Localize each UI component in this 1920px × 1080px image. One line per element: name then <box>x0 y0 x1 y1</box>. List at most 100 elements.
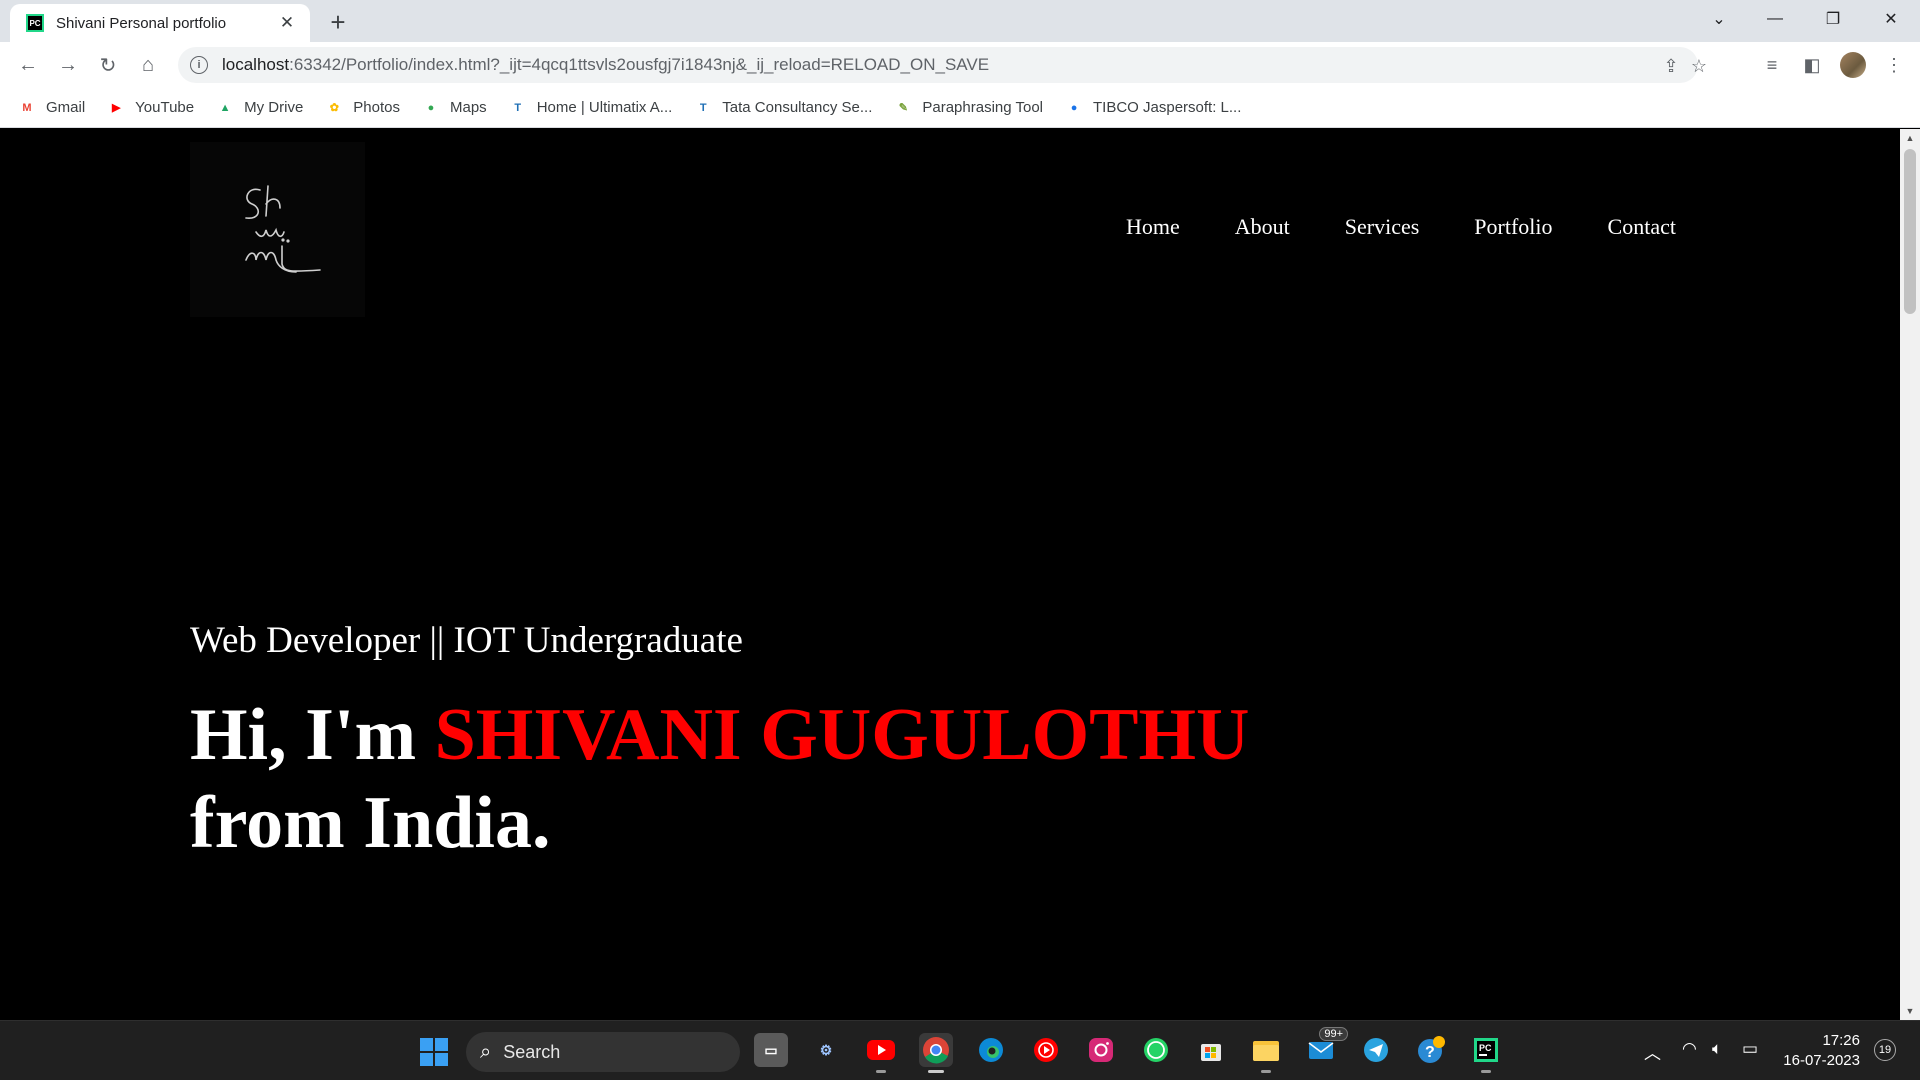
page-scrollbar[interactable]: ▲ ▼ <box>1900 129 1920 1020</box>
close-window-button[interactable]: ✕ <box>1866 4 1916 34</box>
portfolio-page: Home About Services Portfolio Contact We… <box>0 129 1900 1020</box>
mail-badge: 99+ <box>1319 1027 1348 1041</box>
bookmark-label: YouTube <box>135 99 195 116</box>
instagram-icon[interactable] <box>1084 1033 1118 1067</box>
scroll-down-arrow-icon[interactable]: ▼ <box>1900 1002 1920 1020</box>
nav-portfolio[interactable]: Portfolio <box>1474 214 1552 240</box>
scrollbar-thumb[interactable] <box>1904 149 1916 314</box>
paraphrase-icon: ✎ <box>898 102 908 114</box>
tab-close-icon[interactable]: ✕ <box>276 12 298 34</box>
side-panel-icon[interactable]: ◧ <box>1796 49 1828 81</box>
bookmark-label: Gmail <box>46 99 86 116</box>
gmail-icon: M <box>22 101 32 114</box>
share-icon[interactable]: ⇪ <box>1660 55 1682 77</box>
wifi-icon[interactable]: ◠ <box>1682 1039 1697 1059</box>
youtube-music-icon[interactable] <box>1029 1033 1063 1067</box>
nav-about[interactable]: About <box>1235 214 1290 240</box>
new-tab-button[interactable]: + <box>324 7 352 37</box>
get-help-icon[interactable]: ? <box>1414 1033 1448 1067</box>
forward-arrow-icon[interactable]: → <box>52 49 84 81</box>
site-info-icon[interactable]: i <box>190 56 208 74</box>
bookmark-label: Home | Ultimatix A... <box>536 99 673 116</box>
url-text[interactable]: localhost:63342/Portfolio/index.html?_ij… <box>222 55 989 75</box>
task-view-icon[interactable]: ▭ <box>754 1033 788 1067</box>
bookmarks-bar: M Gmail ▶ YouTube ▲ My Drive ✿ Photos ● Maps T Home… <box>0 88 1920 128</box>
browser-tabstrip: PC Shivani Personal portfolio ✕ + ⌄ — ❐ … <box>0 0 1920 42</box>
hero-headline: Hi, I'm SHIVANI GUGULOTHU from India. <box>190 691 1250 867</box>
bookmark-item[interactable]: ● Maps <box>422 99 487 117</box>
bookmark-star-icon[interactable]: ☆ <box>1688 55 1710 77</box>
restore-button[interactable]: ❐ <box>1808 4 1858 34</box>
tibco-icon: ● <box>1070 101 1078 114</box>
volume-icon[interactable]: 🔈︎ <box>1712 1039 1722 1059</box>
search-icon: ⌕ <box>480 1040 492 1063</box>
clock-date: 16-07-2023 <box>1783 1052 1860 1069</box>
taskbar-search-label: Search <box>503 1041 561 1062</box>
youtube-app-icon[interactable] <box>864 1033 898 1073</box>
bookmark-label: Maps <box>450 99 487 116</box>
home-icon[interactable]: ⌂ <box>132 49 164 81</box>
scroll-up-arrow-icon[interactable]: ▲ <box>1900 129 1920 147</box>
tata-icon: T <box>514 101 522 114</box>
mail-icon[interactable]: 99+ <box>1304 1027 1348 1067</box>
signature-logo-icon <box>245 185 321 273</box>
bookmark-label: Paraphrasing Tool <box>922 99 1044 116</box>
bookmark-label: TIBCO Jaspersoft: L... <box>1093 99 1242 116</box>
microsoft-store-icon[interactable] <box>1194 1033 1228 1067</box>
drive-icon: ▲ <box>219 101 231 114</box>
clock-time: 17:26 <box>1822 1032 1860 1049</box>
hero-greeting: Hi, I'm <box>190 694 435 776</box>
telegram-icon[interactable] <box>1359 1033 1393 1067</box>
bookmark-item[interactable]: T Tata Consultancy Se... <box>694 99 872 117</box>
windows-taskbar: ⌕ Search ▭ ⚙ 99+ ? PC ︿ ◠ 🔈︎ ▭ 17:26 16-… <box>0 1020 1920 1080</box>
profile-avatar[interactable] <box>1840 52 1866 78</box>
tab-search-icon[interactable]: ⌄ <box>1694 4 1744 34</box>
hero-subtitle: Web Developer || IOT Undergraduate <box>190 620 743 661</box>
tata-icon: T <box>699 101 707 114</box>
file-explorer-icon[interactable] <box>1249 1033 1283 1073</box>
battery-icon[interactable]: ▭ <box>1742 1039 1758 1059</box>
address-bar[interactable]: i localhost:63342/Portfolio/index.html?_… <box>178 47 1707 83</box>
signature-logo[interactable] <box>190 142 365 317</box>
nav-home[interactable]: Home <box>1126 214 1180 240</box>
site-nav: Home About Services Portfolio Contact <box>1126 214 1731 240</box>
pycharm-favicon-icon: PC <box>26 14 44 32</box>
nav-services[interactable]: Services <box>1345 214 1420 240</box>
reload-icon[interactable]: ↻ <box>92 49 124 81</box>
menu-kebab-icon[interactable]: ⋮ <box>1878 49 1910 81</box>
svg-text:?: ? <box>1425 1044 1435 1061</box>
bookmark-item[interactable]: ✎ Paraphrasing Tool <box>894 99 1043 117</box>
bookmark-label: Tata Consultancy Se... <box>722 99 873 116</box>
bookmark-label: My Drive <box>244 99 304 116</box>
tab-title: Shivani Personal portfolio <box>56 14 227 32</box>
chrome-app-icon[interactable] <box>919 1033 953 1073</box>
taskbar-clock[interactable]: 17:26 16-07-2023 <box>1780 1031 1860 1071</box>
notification-count-badge[interactable]: 19 <box>1874 1039 1896 1061</box>
bookmark-item[interactable]: ✿ Photos <box>325 99 400 117</box>
bookmark-item[interactable]: ▶ YouTube <box>107 99 194 117</box>
browser-toolbar: ← → ↻ ⌂ i localhost:63342/Portfolio/inde… <box>0 42 1920 88</box>
whatsapp-icon[interactable] <box>1139 1033 1173 1067</box>
edge-app-icon[interactable] <box>974 1033 1008 1067</box>
hero-name: SHIVANI GUGULOTHU <box>434 694 1250 776</box>
bookmark-item[interactable]: T Home | Ultimatix A... <box>509 99 673 117</box>
youtube-icon: ▶ <box>111 102 121 114</box>
hero-location: from India. <box>190 782 551 864</box>
svg-text:PC: PC <box>1479 1043 1492 1053</box>
nav-contact[interactable]: Contact <box>1608 214 1676 240</box>
taskbar-search[interactable]: ⌕ Search <box>466 1032 740 1072</box>
bookmark-item[interactable]: ● TIBCO Jaspersoft: L... <box>1065 99 1242 117</box>
maps-icon: ● <box>427 101 435 114</box>
back-arrow-icon[interactable]: ← <box>12 49 44 81</box>
windows-start-icon[interactable] <box>420 1038 448 1066</box>
settings-gear-icon[interactable]: ⚙ <box>809 1033 843 1067</box>
bookmark-item[interactable]: M Gmail <box>18 99 85 117</box>
photos-icon: ✿ <box>329 102 339 114</box>
media-queue-icon[interactable]: ≡ <box>1756 49 1788 81</box>
pycharm-icon[interactable]: PC <box>1469 1033 1503 1073</box>
show-hidden-icons-chevron-icon[interactable]: ︿ <box>1644 1039 1661 1064</box>
browser-tab[interactable]: PC Shivani Personal portfolio ✕ <box>10 4 310 42</box>
bookmark-label: Photos <box>353 99 400 116</box>
bookmark-item[interactable]: ▲ My Drive <box>216 99 304 117</box>
minimize-button[interactable]: — <box>1750 4 1800 34</box>
